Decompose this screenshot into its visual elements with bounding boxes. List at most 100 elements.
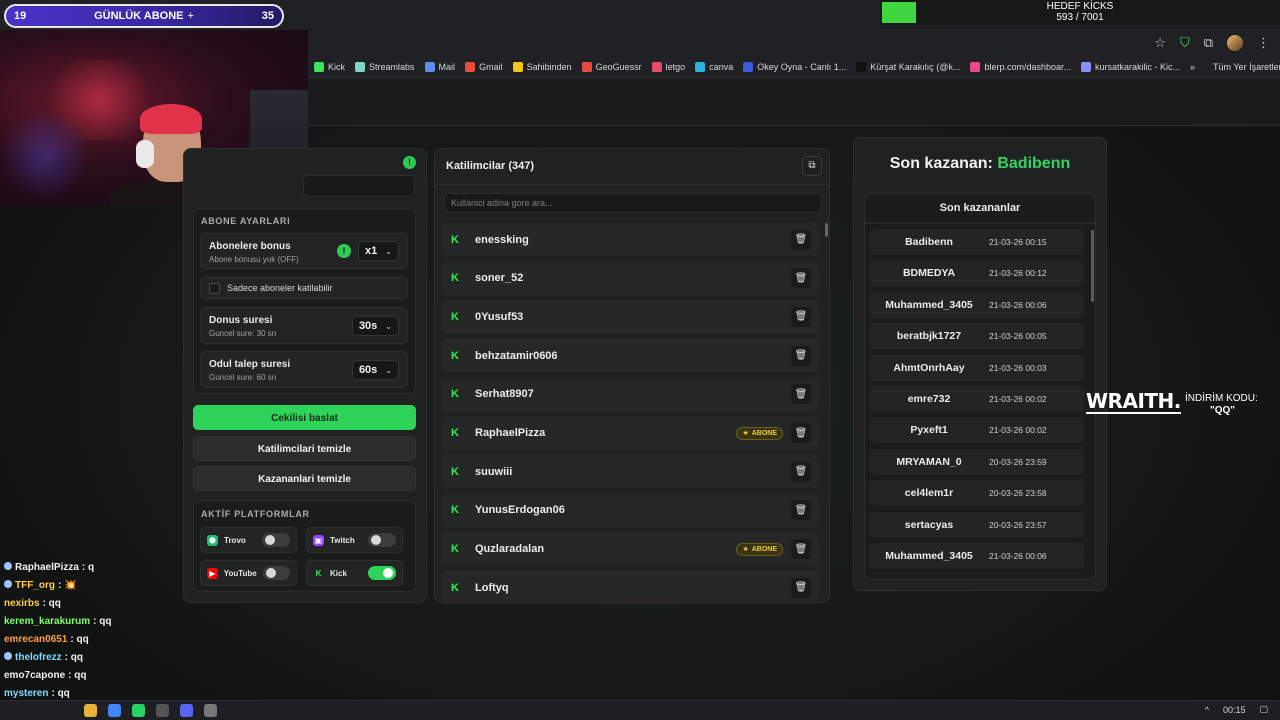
bookmark-item[interactable]: Okey Oyna - Canlı 1... xyxy=(743,61,846,72)
tray-chevron-icon[interactable]: ^ xyxy=(1205,705,1209,715)
chat-username: emrecan0651 xyxy=(4,634,68,645)
participants-title: Katilimcilar (347) xyxy=(446,160,535,172)
trash-icon[interactable]: 🗑 xyxy=(791,461,811,482)
subscriber-badge-label: ABONE xyxy=(751,429,777,437)
taskbar-clock[interactable]: 00:15 xyxy=(1223,705,1246,715)
chat-username: kerem_karakurum xyxy=(4,616,91,627)
bookmark-favicon-icon xyxy=(465,61,476,72)
bookmark-item[interactable]: canva xyxy=(695,61,733,72)
winner-name: Muhammed_3405 xyxy=(885,298,973,311)
trash-icon[interactable]: 🗑 xyxy=(791,423,811,443)
bookmark-item[interactable]: Sahibinden xyxy=(512,61,572,72)
participant-row: K Quzlaradalan ★ ABONE 🗑 xyxy=(441,532,819,566)
trash-icon[interactable]: 🗑 xyxy=(791,539,811,560)
chat-message: TFF_org: 💥 xyxy=(4,580,77,591)
platform-toggle[interactable] xyxy=(368,533,396,547)
winner-date: 21-03-26 00:05 xyxy=(989,331,1047,342)
trash-icon[interactable]: 🗑 xyxy=(791,306,811,327)
obs-icon[interactable] xyxy=(156,704,169,717)
winner-row: Muhammed_3405 21-03-26 00:06 xyxy=(869,291,1084,318)
participants-scrollbar[interactable] xyxy=(825,223,828,237)
bookmarks-overflow: » Tüm Yer İşaretleri xyxy=(1190,62,1280,72)
discord-icon[interactable] xyxy=(180,704,193,717)
platform-label: Twitch xyxy=(330,535,355,545)
claim-duration-row: Odul talep suresi Guncel sure: 60 sn 60s… xyxy=(200,351,408,388)
start-giveaway-button[interactable]: Cekilisi baslat xyxy=(193,405,416,430)
subs-only-row[interactable]: Sadece aboneler katilabilir xyxy=(200,277,408,299)
copy-icon[interactable]: ⧉ xyxy=(802,156,822,176)
trash-icon[interactable]: 🗑 xyxy=(791,384,811,405)
trash-icon[interactable]: 🗑 xyxy=(791,345,811,366)
notification-icon[interactable]: ▢ xyxy=(1259,704,1268,715)
winner-row: cel4lem1r 20-03-26 23:58 xyxy=(869,480,1084,507)
chrome-icon[interactable] xyxy=(108,704,121,717)
folder-icon[interactable] xyxy=(84,704,97,717)
participant-name: suuwiii xyxy=(475,465,513,478)
bookmark-item[interactable]: kursatkarakilic - Kic... xyxy=(1081,61,1180,72)
winner-name: AhmtOnrhAay xyxy=(893,361,965,374)
browser-menu-icon[interactable]: ⋮ xyxy=(1257,35,1270,51)
chat-message: emo7capone: qq xyxy=(4,670,86,681)
winners-scrollbar[interactable] xyxy=(1091,230,1094,302)
trash-icon[interactable]: 🗑 xyxy=(791,229,811,250)
winner-date: 21-03-26 00:15 xyxy=(989,237,1047,247)
shield-extension-icon[interactable]: ⛉ xyxy=(1180,35,1190,51)
clear-participants-button[interactable]: Katilimcilari temizle xyxy=(193,436,416,461)
turn-duration-row: Donus suresi Guncel sure: 30 sn 30s ⌄ xyxy=(200,307,408,344)
subs-current: 19 xyxy=(14,10,27,22)
platform-label: Kick xyxy=(330,568,347,578)
bonus-multiplier-value: x1 xyxy=(365,245,378,257)
extensions-icon[interactable]: ⧉ xyxy=(1204,35,1213,51)
chat-message: nexirbs: qq xyxy=(4,598,61,609)
bookmark-item[interactable]: letgo xyxy=(651,61,685,72)
kick-icon: K xyxy=(449,427,461,439)
chat-username: thelofrezz xyxy=(15,652,62,663)
star-icon: ★ xyxy=(742,430,749,437)
kicks-title: HEDEF KİCKS xyxy=(1046,1,1114,12)
title-input[interactable] xyxy=(303,175,415,197)
platform-toggle[interactable] xyxy=(368,566,396,580)
settings-icon[interactable] xyxy=(204,704,217,717)
subscriber-badge: ★ ABONE xyxy=(736,426,783,440)
info-icon[interactable]: ! xyxy=(403,156,416,169)
trash-icon[interactable]: 🗑 xyxy=(791,500,811,521)
bookmark-item[interactable]: GeoGuessr xyxy=(581,61,642,72)
bookmark-item[interactable]: Streamlabs xyxy=(355,61,415,72)
bonus-info-icon[interactable]: ! xyxy=(337,244,351,258)
turn-duration-select[interactable]: 30s ⌄ xyxy=(351,316,399,336)
subs-only-checkbox[interactable] xyxy=(209,283,220,294)
winners-list-title: Son kazananlar xyxy=(939,202,1021,214)
winner-name: emre732 xyxy=(907,393,951,405)
bookmark-star-icon[interactable]: ☆ xyxy=(1154,35,1166,51)
sponsor-discount-label: İNDİRİM KODU: xyxy=(1185,393,1258,404)
all-bookmarks-button[interactable]: Tüm Yer İşaretleri xyxy=(1213,62,1280,72)
bookmarks-more-button[interactable]: » xyxy=(1190,62,1195,72)
platform-toggle[interactable] xyxy=(262,566,290,580)
bookmark-item[interactable]: Mail xyxy=(424,61,456,72)
clear-winners-button[interactable]: Kazananlari temizle xyxy=(193,466,416,491)
winner-row: BDMEDYA 21-03-26 00:12 xyxy=(869,260,1084,287)
bookmark-favicon-icon xyxy=(651,61,662,72)
trash-icon[interactable]: 🗑 xyxy=(791,577,811,598)
bookmark-item[interactable]: Kick xyxy=(314,61,346,72)
winner-name: Muhammed_3405 xyxy=(885,550,973,562)
bookmark-item[interactable]: blerp.com/dashboar... xyxy=(970,61,1071,72)
headphones-icon xyxy=(136,140,154,168)
participant-name: Quzlaradalan xyxy=(475,543,545,556)
bookmark-item[interactable]: Kürşat Karakılıç (@k... xyxy=(856,61,960,72)
claim-duration-select[interactable]: 60s ⌄ xyxy=(351,360,399,380)
bookmark-label: Mail xyxy=(438,61,456,72)
winner-row: emre732 21-03-26 00:02 xyxy=(869,386,1084,412)
bookmark-label: Kick xyxy=(328,61,346,72)
winner-date: 21-03-26 00:06 xyxy=(989,551,1047,561)
profile-avatar[interactable] xyxy=(1227,35,1243,51)
whatsapp-icon[interactable] xyxy=(132,704,145,717)
trash-icon[interactable]: 🗑 xyxy=(791,268,811,289)
bookmark-item[interactable]: Gmail xyxy=(465,61,503,72)
winner-row: Badibenn 21-03-26 00:15 xyxy=(869,229,1084,255)
participant-search-input[interactable] xyxy=(444,193,822,213)
chat-message: thelofrezz: qq xyxy=(4,652,83,663)
bonus-multiplier-select[interactable]: x1 ⌄ xyxy=(358,241,399,261)
platform-toggle[interactable] xyxy=(262,533,290,547)
winner-name: beratbjk1727 xyxy=(896,330,962,343)
